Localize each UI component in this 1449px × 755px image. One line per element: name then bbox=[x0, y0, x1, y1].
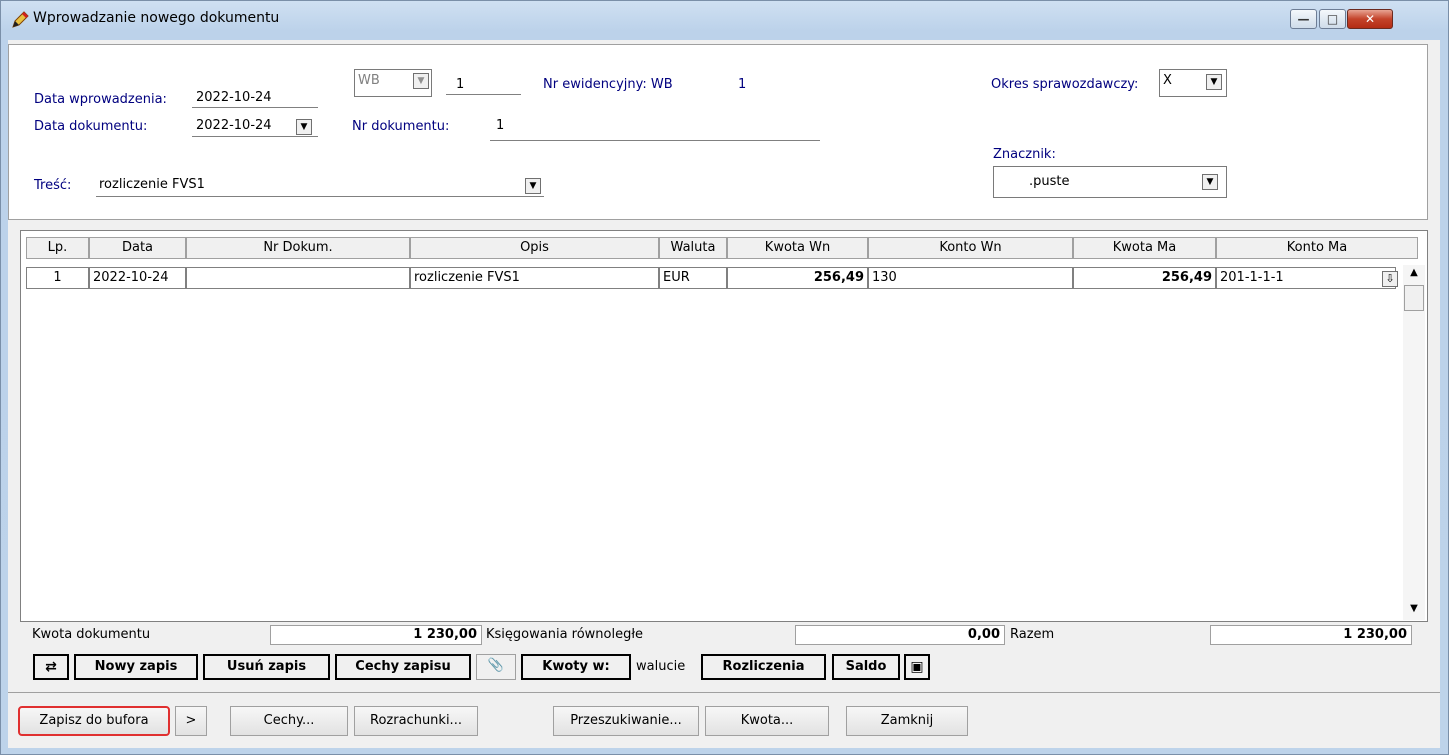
divider bbox=[490, 140, 820, 141]
razem-label: Razem bbox=[1010, 627, 1055, 642]
kwoty-w-button[interactable]: Kwoty w: bbox=[521, 654, 631, 680]
okres-sprawozdawczy-select[interactable]: X ▼ bbox=[1159, 69, 1227, 97]
column-header-konto-ma[interactable]: Konto Ma bbox=[1216, 237, 1418, 259]
ksiegowania-label: Księgowania równoległe bbox=[486, 627, 644, 642]
zamknij-button[interactable]: Zamknij bbox=[846, 706, 968, 736]
maximize-button[interactable]: □ bbox=[1319, 9, 1346, 29]
cell-waluta[interactable]: EUR bbox=[659, 267, 727, 289]
nr-ewidencyjny-value: 1 bbox=[738, 77, 747, 92]
rozliczenia-button[interactable]: Rozliczenia bbox=[701, 654, 826, 680]
maximize-icon: □ bbox=[1326, 12, 1339, 26]
okres-dropdown[interactable]: ▼ bbox=[1206, 74, 1222, 90]
znacznik-value: .puste bbox=[1029, 174, 1070, 189]
rozrachunki-button[interactable]: Rozrachunki... bbox=[354, 706, 478, 736]
razem-value: 1 230,00 bbox=[1210, 625, 1412, 645]
znacznik-select[interactable]: .puste ▼ bbox=[993, 166, 1227, 198]
column-header-lp[interactable]: Lp. bbox=[26, 237, 89, 259]
column-header-nr-dokum[interactable]: Nr Dokum. bbox=[186, 237, 410, 259]
cell-konto-ma[interactable]: 201-1-1-1 bbox=[1216, 267, 1396, 289]
data-dokumentu-label: Data dokumentu: bbox=[34, 119, 148, 134]
tresc-dropdown[interactable]: ▼ bbox=[525, 178, 541, 194]
cell-data[interactable]: 2022-10-24 bbox=[89, 267, 186, 289]
scroll-up-arrow-icon[interactable]: ▲ bbox=[1404, 265, 1424, 281]
chevron-down-icon: ▼ bbox=[529, 181, 537, 191]
rejestr-select: WB ▼ bbox=[354, 69, 432, 97]
chevron-down-icon: ▼ bbox=[417, 76, 425, 86]
chevron-down-icon: ▼ bbox=[1210, 77, 1218, 87]
tresc-label: Treść: bbox=[34, 178, 72, 193]
divider bbox=[8, 692, 1440, 693]
znacznik-label: Znacznik: bbox=[993, 147, 1056, 162]
column-header-kwota-wn[interactable]: Kwota Wn bbox=[727, 237, 868, 259]
cell-kwota-ma[interactable]: 256,49 bbox=[1073, 267, 1216, 289]
cell-lp[interactable]: 1 bbox=[26, 267, 89, 289]
nr-dokumentu-field[interactable]: 1 bbox=[496, 118, 504, 133]
data-wprowadzenia-field[interactable]: 2022-10-24 bbox=[196, 90, 272, 105]
minimize-icon: — bbox=[1297, 12, 1310, 26]
window-title: Wprowadzanie nowego dokumentu bbox=[33, 10, 280, 26]
download-icon: ⇩ bbox=[1385, 272, 1395, 285]
entries-grid: Lp. Data Nr Dokum. Opis Waluta Kwota Wn … bbox=[20, 230, 1428, 622]
switch-view-button[interactable]: ⇄ bbox=[33, 654, 69, 680]
grid-scrollbar[interactable]: ▲ ▼ bbox=[1403, 265, 1425, 620]
pen-edit-icon bbox=[12, 11, 29, 28]
divider bbox=[192, 107, 318, 108]
tresc-field[interactable]: rozliczenie FVS1 bbox=[99, 177, 205, 192]
konto-ma-lookup-button[interactable]: ⇩ bbox=[1382, 271, 1398, 287]
column-header-data[interactable]: Data bbox=[89, 237, 186, 259]
close-icon: ✕ bbox=[1364, 12, 1376, 26]
divider bbox=[192, 136, 318, 137]
kwota-button[interactable]: Kwota... bbox=[705, 706, 829, 736]
znacznik-dropdown[interactable]: ▼ bbox=[1202, 174, 1218, 190]
data-dokumentu-field[interactable]: 2022-10-24 bbox=[196, 118, 272, 133]
divider bbox=[96, 196, 544, 197]
rejestr-dropdown: ▼ bbox=[413, 73, 429, 89]
usun-zapis-button[interactable]: Usuń zapis bbox=[203, 654, 330, 680]
okres-sprawozdawczy-label: Okres sprawozdawczy: bbox=[991, 77, 1139, 92]
paperclip-icon: 📎 bbox=[487, 658, 505, 673]
kwota-dokumentu-value: 1 230,00 bbox=[270, 625, 482, 645]
ksiegowania-value: 0,00 bbox=[795, 625, 1005, 645]
data-wprowadzenia-label: Data wprowadzenia: bbox=[34, 92, 167, 107]
more-options-button[interactable]: > bbox=[175, 706, 207, 736]
chevron-down-icon: ▼ bbox=[1206, 177, 1214, 187]
scroll-down-arrow-icon[interactable]: ▼ bbox=[1404, 601, 1424, 617]
column-header-konto-wn[interactable]: Konto Wn bbox=[868, 237, 1073, 259]
attachment-button: 📎 bbox=[476, 654, 516, 680]
cell-konto-wn[interactable]: 130 bbox=[868, 267, 1073, 289]
column-header-kwota-ma[interactable]: Kwota Ma bbox=[1073, 237, 1216, 259]
kwota-dokumentu-label: Kwota dokumentu bbox=[32, 627, 151, 642]
nr-ewidencyjny-label: Nr ewidencyjny: WB bbox=[543, 77, 673, 92]
column-header-waluta[interactable]: Waluta bbox=[659, 237, 727, 259]
przeszukiwanie-button[interactable]: Przeszukiwanie... bbox=[553, 706, 699, 736]
saldo-button[interactable]: Saldo bbox=[832, 654, 900, 680]
save-button[interactable]: ▣ bbox=[904, 654, 930, 680]
minimize-button[interactable]: — bbox=[1290, 9, 1317, 29]
okres-value: X bbox=[1163, 73, 1172, 88]
divider bbox=[446, 94, 521, 95]
nr-field[interactable]: 1 bbox=[456, 77, 464, 92]
rejestr-value: WB bbox=[358, 73, 380, 88]
cechy-button[interactable]: Cechy... bbox=[230, 706, 348, 736]
nr-dokumentu-label: Nr dokumentu: bbox=[352, 119, 450, 134]
floppy-disk-icon: ▣ bbox=[910, 659, 924, 675]
close-button[interactable]: ✕ bbox=[1347, 9, 1393, 29]
zapisz-do-bufora-button[interactable]: Zapisz do bufora bbox=[18, 706, 170, 736]
switch-arrows-icon: ⇄ bbox=[45, 659, 57, 675]
nowy-zapis-button[interactable]: Nowy zapis bbox=[74, 654, 198, 680]
cell-kwota-wn[interactable]: 256,49 bbox=[727, 267, 868, 289]
scroll-thumb[interactable] bbox=[1404, 285, 1424, 311]
walucie-label: walucie bbox=[636, 659, 686, 674]
data-dokumentu-dropdown[interactable]: ▼ bbox=[296, 119, 312, 135]
chevron-down-icon: ▼ bbox=[300, 122, 308, 132]
cell-opis[interactable]: rozliczenie FVS1 bbox=[410, 267, 659, 289]
cechy-zapisu-button[interactable]: Cechy zapisu bbox=[335, 654, 471, 680]
cell-nr-dokum[interactable] bbox=[186, 267, 410, 289]
column-header-opis[interactable]: Opis bbox=[410, 237, 659, 259]
title-bar[interactable]: Wprowadzanie nowego dokumentu — □ ✕ bbox=[1, 1, 1448, 35]
